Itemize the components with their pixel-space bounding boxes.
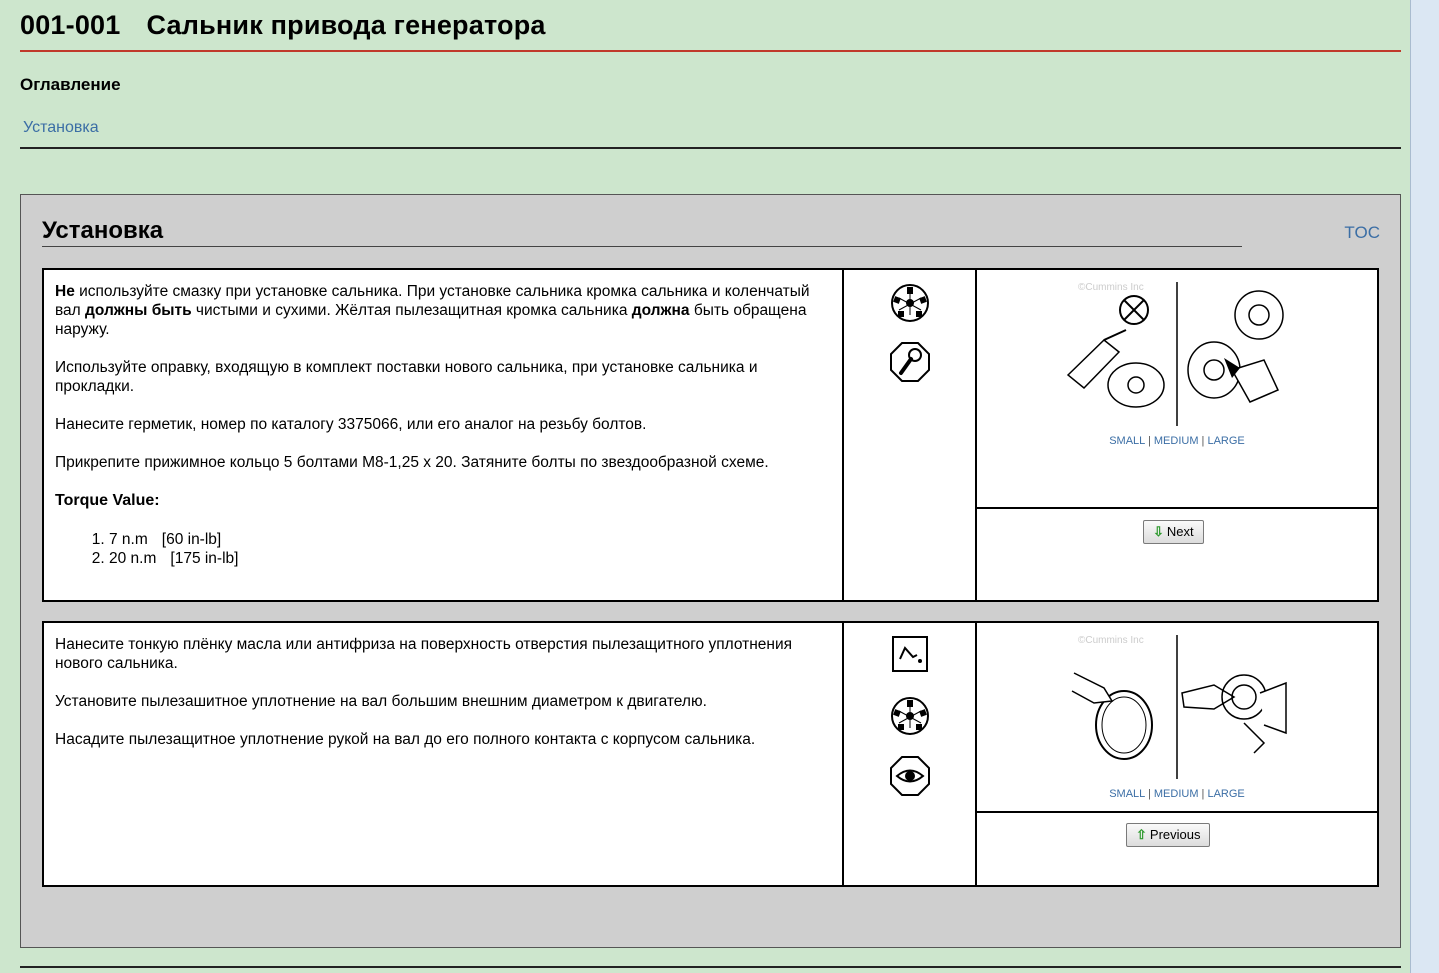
torque-wrench-icon: [890, 342, 930, 382]
torque-list: 7 n.m [60 in-lb] 20 n.m [175 in-lb]: [89, 530, 830, 568]
emphasis: Не: [55, 283, 75, 300]
next-button[interactable]: ⇩ Next: [1143, 520, 1204, 544]
previous-button[interactable]: ⇧ Previous: [1126, 823, 1211, 847]
toc-divider: [20, 147, 1401, 149]
star-pattern-icon: [891, 284, 929, 322]
step-2-paragraph-2: Установите пылезашитное уплотнение на ва…: [55, 693, 707, 710]
image-size-links: SMALL | MEDIUM | LARGE: [977, 788, 1377, 800]
step-1-paragraph-4: Прикрепите прижимное кольцо 5 болтами M8…: [55, 454, 769, 471]
separator: |: [1201, 435, 1205, 447]
toc-heading: Оглавление: [20, 75, 121, 94]
section-title: Установка: [42, 217, 164, 244]
image-size-links: SMALL | MEDIUM | LARGE: [977, 435, 1377, 447]
size-small-link[interactable]: SMALL: [1109, 435, 1145, 447]
step-2-image-box: ©Cummins Inc SMALL | MEDIUM | LARGE: [977, 623, 1377, 813]
step-1-paragraph-2: Используйте оправку, входящую в комплект…: [55, 359, 758, 395]
size-large-link[interactable]: LARGE: [1207, 788, 1244, 800]
separator: |: [1147, 788, 1151, 800]
installation-section: Установка TOC Не используйте смазку при …: [20, 194, 1401, 948]
torque-item: 20 n.m [175 in-lb]: [109, 549, 830, 568]
torque-value: 20 n.m: [109, 550, 157, 567]
step-1-paragraph-1: Не используйте смазку при установке саль…: [55, 282, 830, 339]
inspect-eye-icon: [890, 756, 930, 796]
step-2: Нанесите тонкую плёнку масла или антифри…: [42, 621, 1379, 887]
step-1-icons: [844, 270, 977, 600]
size-large-link[interactable]: LARGE: [1207, 435, 1244, 447]
vertical-scrollbar[interactable]: [1410, 0, 1439, 973]
arrow-up-icon: ⇧: [1136, 827, 1147, 842]
step-2-paragraph-3: Насадите пылезащитное уплотнение рукой н…: [55, 731, 756, 748]
previous-button-label: Previous: [1149, 827, 1201, 842]
torque-value: 7 n.m: [109, 531, 148, 548]
dust-seal-illustration[interactable]: ©Cummins Inc: [1064, 633, 1290, 781]
watermark: ©Cummins Inc: [1078, 282, 1144, 293]
torque-item: 7 n.m [60 in-lb]: [109, 530, 830, 549]
text-span: чистыми и сухими. Жёлтая пылезащитная кр…: [191, 302, 632, 319]
step-2-icons: [844, 623, 977, 885]
step-1-image-box: ©Cummins Inc SMALL | MEDIUM | LARGE: [977, 270, 1377, 509]
torque-label: Torque Value:: [55, 492, 160, 509]
arrow-down-icon: ⇩: [1153, 524, 1164, 539]
separator: |: [1147, 435, 1151, 447]
seal-install-illustration[interactable]: ©Cummins Inc: [1064, 280, 1290, 428]
step-1-illustration-cell: ©Cummins Inc SMALL | MEDIUM | LARGE ⇩ Ne…: [977, 270, 1377, 600]
section-divider: [42, 246, 1242, 247]
size-small-link[interactable]: SMALL: [1109, 788, 1145, 800]
step-2-illustration-cell: ©Cummins Inc SMALL | MEDIUM | LARGE ⇧ Pr…: [977, 623, 1377, 885]
procedure-code: 001-001: [20, 10, 121, 40]
toc-jump-link[interactable]: TOC: [1344, 223, 1380, 243]
procedure-title: Сальник привода генератора: [146, 10, 546, 40]
step-2-text: Нанесите тонкую плёнку масла или антифри…: [44, 623, 844, 885]
next-button-label: Next: [1166, 524, 1194, 539]
page-title: 001-001 Сальник привода генератора: [20, 10, 546, 41]
title-divider: [20, 50, 1401, 52]
toc-link-installation[interactable]: Установка: [23, 119, 99, 137]
step-1: Не используйте смазку при установке саль…: [42, 268, 1379, 602]
step-1-paragraph-3: Нанесите герметик, номер по каталогу 337…: [55, 416, 647, 433]
emphasis: должны быть: [85, 302, 192, 319]
star-pattern-icon: [891, 697, 929, 735]
bottom-divider: [20, 966, 1401, 968]
separator: |: [1201, 788, 1205, 800]
torque-unit: [175 in-lb]: [170, 550, 239, 567]
step-1-text: Не используйте смазку при установке саль…: [44, 270, 844, 600]
emphasis: должна: [631, 302, 690, 319]
lubricant-apply-icon: [892, 636, 928, 672]
size-medium-link[interactable]: MEDIUM: [1154, 435, 1199, 447]
document-page: 001-001 Сальник привода генератора Оглавл…: [0, 0, 1411, 973]
watermark: ©Cummins Inc: [1078, 635, 1144, 646]
torque-unit: [60 in-lb]: [161, 531, 222, 548]
step-2-paragraph-1: Нанесите тонкую плёнку масла или антифри…: [55, 636, 793, 672]
size-medium-link[interactable]: MEDIUM: [1154, 788, 1199, 800]
